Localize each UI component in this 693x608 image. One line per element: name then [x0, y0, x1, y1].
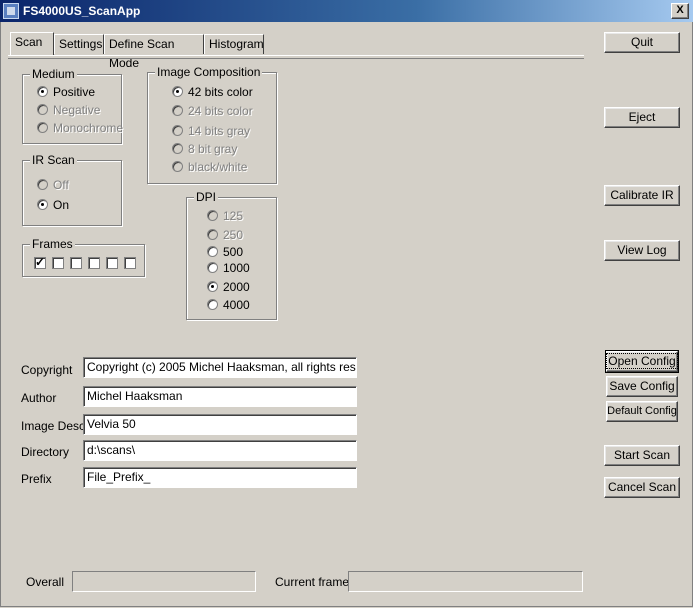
image-desc-field[interactable]: Velvia 50 — [83, 414, 357, 435]
overall-label: Overall — [26, 575, 65, 589]
eject-button[interactable]: Eject — [604, 107, 680, 128]
title-bar[interactable]: FS4000US_ScanApp X — [0, 0, 693, 22]
tab-panel-edge — [8, 55, 584, 59]
frame-checkbox-6[interactable] — [124, 257, 136, 269]
radio-icon — [37, 179, 48, 190]
frames-group: Frames — [22, 237, 145, 277]
radio-icon — [207, 210, 218, 221]
radio-icon — [207, 246, 218, 257]
tab-settings[interactable]: Settings — [54, 34, 104, 54]
frame-checkbox-2[interactable] — [52, 257, 64, 269]
dpi-legend: DPI — [194, 190, 219, 204]
frame-checkbox-5[interactable] — [106, 257, 118, 269]
radio-icon — [207, 299, 218, 310]
author-label: Author — [21, 391, 57, 405]
radio-icon — [207, 229, 218, 240]
radio-icon — [172, 143, 183, 154]
radio-icon — [172, 105, 183, 116]
radio-icon — [207, 262, 218, 273]
calibrate-ir-button[interactable]: Calibrate IR — [604, 185, 680, 206]
frames-legend: Frames — [30, 237, 75, 251]
medium-group: Medium Positive Negative Monochrome — [22, 67, 123, 144]
radio-icon — [37, 122, 48, 133]
author-field[interactable]: Michel Haaksman — [83, 386, 357, 407]
close-button[interactable]: X — [671, 3, 689, 19]
frame-checkbox-1[interactable] — [34, 255, 46, 269]
prefix-field[interactable]: File_Prefix_ — [83, 467, 357, 488]
start-scan-button[interactable]: Start Scan — [604, 445, 680, 466]
frame-checkbox-4[interactable] — [88, 257, 100, 269]
tab-histogram[interactable]: Histogram — [204, 34, 264, 54]
quit-button[interactable]: Quit — [604, 32, 680, 53]
radio-selected-icon — [207, 281, 218, 292]
dpi-group: DPI 125 250 500 1000 2000 4000 — [186, 190, 277, 320]
radio-icon — [172, 161, 183, 172]
copyright-field[interactable]: Copyright (c) 2005 Michel Haaksman, all … — [83, 357, 357, 378]
default-config-button[interactable]: Default Config — [606, 401, 678, 422]
copyright-label: Copyright — [21, 363, 73, 377]
view-log-button[interactable]: View Log — [604, 240, 680, 261]
image-composition-group: Image Composition 42 bits color 24 bits … — [147, 65, 277, 184]
open-config-button[interactable]: Open Config — [605, 350, 679, 373]
ir-scan-legend: IR Scan — [30, 153, 77, 167]
image-desc-label: Image Desc. — [21, 419, 89, 433]
current-frame-progress-bar — [348, 571, 583, 592]
cancel-scan-button[interactable]: Cancel Scan — [604, 477, 680, 498]
app-icon — [3, 3, 19, 19]
radio-icon — [37, 104, 48, 115]
medium-legend: Medium — [30, 67, 77, 81]
radio-selected-icon — [37, 86, 48, 97]
directory-label: Directory — [21, 445, 70, 459]
window-title: FS4000US_ScanApp — [23, 4, 141, 18]
tab-define-scan-mode[interactable]: Define Scan Mode — [104, 34, 204, 70]
prefix-label: Prefix — [21, 472, 52, 486]
radio-selected-icon — [37, 199, 48, 210]
directory-field[interactable]: d:\scans\ — [83, 440, 357, 461]
ir-scan-group: IR Scan Off On — [22, 153, 122, 226]
overall-progress-bar — [72, 571, 256, 592]
radio-selected-icon — [172, 86, 183, 97]
save-config-button[interactable]: Save Config — [606, 376, 678, 397]
radio-icon — [172, 125, 183, 136]
tab-scan[interactable]: Scan — [10, 32, 54, 55]
current-frame-label: Current frame — [275, 575, 350, 589]
frame-checkbox-3[interactable] — [70, 257, 82, 269]
image-composition-legend: Image Composition — [155, 65, 263, 79]
